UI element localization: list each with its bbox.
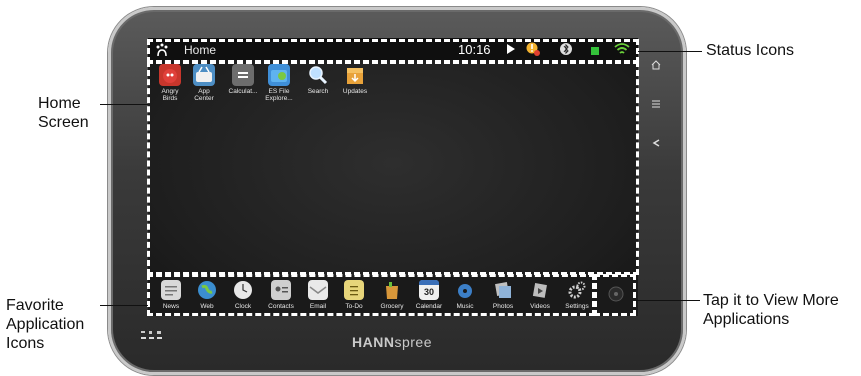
leader-line: [636, 300, 700, 301]
callout-home-screen: Home Screen: [38, 94, 89, 132]
indicator-lights-icon: [140, 328, 164, 346]
all-apps-highlight: [594, 274, 636, 316]
leader-line: [100, 104, 148, 105]
menu-button-icon[interactable]: [652, 99, 660, 111]
callout-status-icons: Status Icons: [706, 42, 795, 59]
callout-line: Tap it to View More: [703, 292, 839, 309]
favorites-highlight: [147, 274, 595, 316]
leader-line: [638, 51, 702, 52]
callout-line: Icons: [6, 335, 45, 352]
callout-favorite-icons: Favorite Application Icons: [6, 296, 84, 353]
leader-line: [100, 305, 148, 306]
callout-line: Favorite: [6, 297, 64, 314]
callout-line: Application: [6, 316, 85, 333]
status-bar-highlight: [147, 39, 639, 63]
home-screen-highlight: [147, 61, 639, 275]
callout-line: Screen: [38, 114, 89, 131]
home-button-icon[interactable]: [651, 60, 661, 73]
brand-logo: HANNspree: [352, 334, 432, 350]
back-button-icon[interactable]: [652, 138, 660, 150]
callout-line: Home: [38, 95, 81, 112]
callout-tap-more: Tap it to View More Applications: [703, 291, 839, 329]
callout-line: Applications: [703, 311, 790, 328]
